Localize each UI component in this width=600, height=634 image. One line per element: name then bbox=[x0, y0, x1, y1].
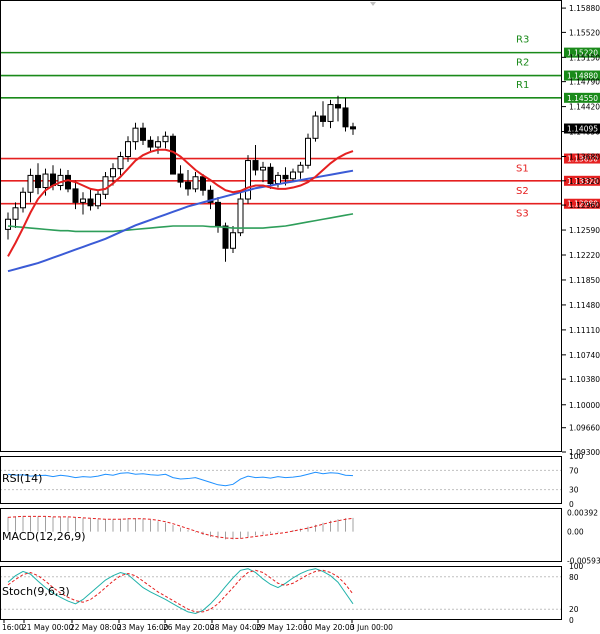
level-name-r2: R2 bbox=[516, 58, 529, 69]
candle-bear bbox=[215, 201, 221, 227]
macd-panel: 0.003920.00-0.005934 MACD(12,26,9) bbox=[2, 508, 600, 565]
x-tick-label: 29 May 12:00 bbox=[256, 623, 308, 632]
last-price-label: 1.14095 bbox=[567, 125, 598, 134]
candle-bull bbox=[95, 193, 101, 207]
macd-tick-label: 0.00392 bbox=[567, 508, 598, 517]
candle-bull bbox=[12, 207, 19, 220]
forex-chart: R31.15220R21.14880R11.14550S11.13650S21.… bbox=[0, 0, 600, 632]
y-tick-label: 1.12590 bbox=[569, 226, 600, 235]
candle-bull bbox=[117, 156, 124, 170]
panel-frame bbox=[0, 566, 562, 620]
y-tick-label: 1.12220 bbox=[569, 251, 600, 260]
candle-bull bbox=[110, 168, 116, 178]
stoch-tick-label: 0 bbox=[569, 616, 574, 625]
candle-bear bbox=[140, 127, 146, 141]
y-tick-label: 1.13320 bbox=[569, 177, 600, 186]
level-price-label: 1.14550 bbox=[567, 94, 598, 103]
level-name-s3: S3 bbox=[516, 209, 529, 220]
candle-bull bbox=[260, 166, 266, 171]
candle-bear bbox=[267, 166, 274, 184]
candle-bull bbox=[290, 171, 296, 180]
macd-label: MACD(12,26,9) bbox=[2, 530, 86, 543]
candle-bear bbox=[200, 176, 206, 191]
candle-bear bbox=[65, 174, 71, 190]
y-tick-label: 1.14420 bbox=[569, 103, 600, 112]
candle-bull bbox=[192, 176, 199, 190]
stoch-tick-label: 100 bbox=[569, 562, 584, 571]
level-name-s1: S1 bbox=[516, 164, 529, 175]
candle-bull bbox=[245, 160, 251, 200]
candle-bull bbox=[27, 174, 34, 193]
level-name-s2: S2 bbox=[516, 186, 529, 197]
candle-bull bbox=[125, 141, 131, 158]
main-panel: R31.15220R21.14880R11.14550S11.13650S21.… bbox=[0, 0, 600, 457]
candle-bull bbox=[20, 191, 26, 209]
candle-bull bbox=[162, 135, 169, 143]
macd-tick-label: 0.00 bbox=[567, 528, 584, 537]
candle-bull bbox=[5, 218, 11, 230]
y-tick-label: 1.12960 bbox=[569, 201, 600, 210]
x-tick-label: 28 May 04:00 bbox=[210, 623, 262, 632]
candle-bull bbox=[155, 141, 161, 148]
x-tick-label: 30 May 20:00 bbox=[303, 623, 355, 632]
candle-bear bbox=[335, 104, 341, 109]
rsi-line bbox=[7, 471, 354, 487]
rsi-panel: 10070300 RSI(14) bbox=[0, 452, 584, 509]
candle-bear bbox=[177, 173, 184, 183]
candle-bull bbox=[102, 176, 109, 195]
candle-bull bbox=[230, 232, 236, 249]
stoch-tick-label: 80 bbox=[569, 573, 579, 582]
candle-bear bbox=[185, 181, 191, 190]
level-name-r1: R1 bbox=[516, 80, 529, 91]
candle-bull bbox=[42, 173, 49, 189]
y-tick-label: 1.09660 bbox=[569, 424, 600, 433]
candle-bear bbox=[350, 126, 356, 130]
candle-bear bbox=[170, 135, 176, 175]
rsi-tick-label: 70 bbox=[569, 466, 579, 475]
rsi-label: RSI(14) bbox=[2, 472, 42, 485]
level-name-r3: R3 bbox=[516, 35, 529, 46]
y-tick-label: 1.15880 bbox=[569, 4, 600, 13]
x-tick-label: 21 May 00:00 bbox=[22, 623, 74, 632]
candle-bear bbox=[72, 188, 79, 203]
candle-bear bbox=[35, 174, 41, 189]
y-tick-label: 1.15520 bbox=[569, 28, 600, 37]
rsi-tick-label: 100 bbox=[569, 452, 584, 461]
y-tick-label: 1.11850 bbox=[569, 276, 600, 285]
x-axis: 16:0021 May 00:0022 May 08:0023 May 16:0… bbox=[2, 620, 393, 632]
candle-bull bbox=[132, 127, 139, 143]
candle-bull bbox=[305, 137, 311, 166]
y-tick-label: 1.15150 bbox=[569, 53, 600, 62]
candle-bear bbox=[147, 139, 154, 148]
x-tick-label: 3 Jun 00:00 bbox=[350, 623, 393, 632]
candle-bear bbox=[342, 107, 349, 128]
y-tick-label: 1.10740 bbox=[569, 351, 600, 360]
x-tick-label: 22 May 08:00 bbox=[70, 623, 122, 632]
y-tick-label: 1.10380 bbox=[569, 375, 600, 384]
stoch-label: Stoch(9,6,3) bbox=[2, 585, 70, 598]
candle-bull bbox=[327, 104, 334, 122]
stoch-panel: 100 80 20 0 Stoch(9,6,3) bbox=[0, 562, 584, 625]
y-tick-label: 1.14790 bbox=[569, 78, 600, 87]
x-tick-label: 26 May 20:00 bbox=[163, 623, 215, 632]
x-tick-label: 23 May 16:00 bbox=[117, 623, 169, 632]
y-tick-label: 1.13680 bbox=[569, 153, 600, 162]
candle-bull bbox=[80, 198, 86, 203]
rsi-tick-label: 30 bbox=[569, 486, 579, 495]
candle-bear bbox=[87, 198, 94, 207]
candle-bull bbox=[312, 115, 319, 139]
y-tick-label: 1.11480 bbox=[569, 301, 600, 310]
panel-frame bbox=[0, 456, 562, 504]
candle-bear bbox=[320, 115, 326, 122]
candle-bear bbox=[252, 160, 259, 171]
stoch-tick-label: 20 bbox=[569, 605, 579, 614]
candle-bear bbox=[282, 174, 289, 180]
x-tick-label: 16:00 bbox=[2, 623, 24, 632]
y-tick-label: 1.10000 bbox=[569, 401, 600, 410]
candle-bull bbox=[297, 164, 304, 173]
candle-bull bbox=[275, 174, 281, 184]
candle-bear bbox=[222, 225, 229, 249]
y-tick-label: 1.11110 bbox=[569, 326, 600, 335]
